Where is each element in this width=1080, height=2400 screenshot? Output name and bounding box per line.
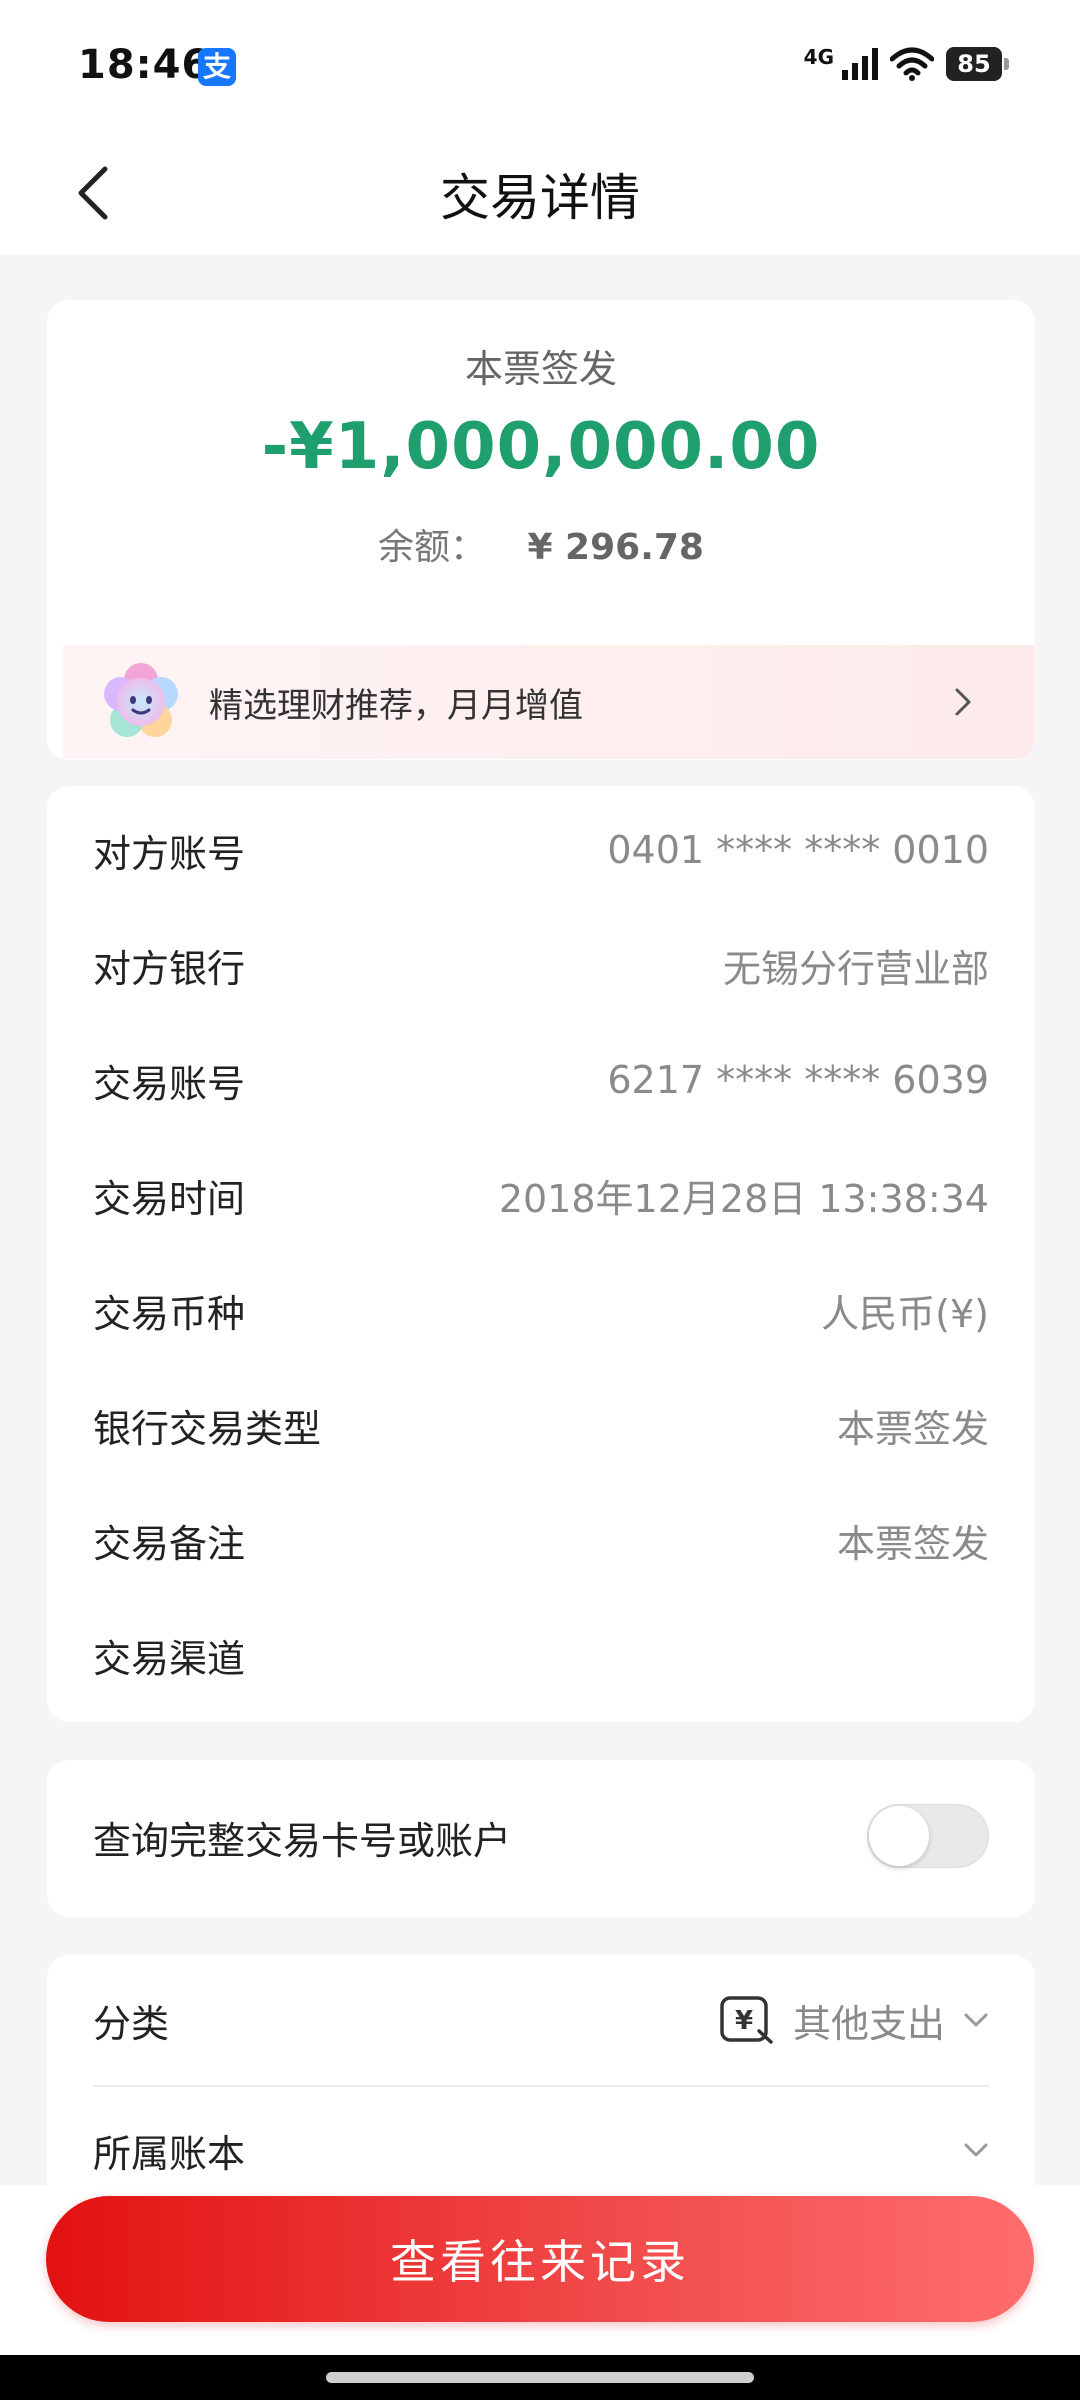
balance-value: ¥ 296.78 bbox=[527, 527, 704, 568]
promo-text: 精选理财推荐，月月增值 bbox=[209, 685, 583, 726]
category-card: 分类 ¥ 其他支出 所属账本 bbox=[47, 1955, 1035, 2215]
toggle-label: 查询完整交易卡号或账户 bbox=[93, 1819, 512, 1863]
header: 交易详情 bbox=[0, 130, 1080, 255]
detail-label: 银行交易类型 bbox=[93, 1406, 322, 1451]
balance-label: 余额： bbox=[378, 527, 487, 568]
transaction-type: 本票签发 bbox=[464, 347, 617, 391]
status-bar: 18:46 支 4G 85 bbox=[0, 0, 1080, 130]
category-row[interactable]: 分类 ¥ 其他支出 bbox=[93, 1975, 989, 2065]
detail-label: 对方银行 bbox=[93, 946, 246, 991]
detail-row-transaction-time: 交易时间 2018年12月28日 13:38:34 bbox=[93, 1165, 989, 1225]
detail-value: 0401 **** **** 0010 bbox=[607, 828, 989, 872]
chevron-down-icon bbox=[964, 2013, 988, 2027]
detail-row-remark: 交易备注 本票签发 bbox=[93, 1510, 989, 1570]
ledger-row[interactable]: 所属账本 bbox=[93, 2105, 989, 2195]
show-full-number-switch[interactable] bbox=[867, 1804, 989, 1868]
detail-row-channel: 交易渠道 bbox=[93, 1625, 989, 1685]
switch-knob bbox=[869, 1806, 929, 1866]
divider bbox=[93, 2085, 989, 2087]
ledger-label: 所属账本 bbox=[93, 2131, 246, 2176]
yuan-receipt-icon: ¥ bbox=[720, 1996, 773, 2044]
detail-label: 交易时间 bbox=[93, 1176, 246, 1221]
detail-value: 人民币(¥) bbox=[821, 1291, 989, 1336]
network-type: 4G bbox=[803, 45, 834, 69]
chevron-down-icon bbox=[964, 2143, 988, 2157]
detail-label: 交易备注 bbox=[93, 1521, 246, 1566]
balance-row: 余额： ¥ 296.78 bbox=[47, 518, 1035, 570]
ledger-selector[interactable] bbox=[945, 2142, 989, 2158]
transaction-summary-card: 本票签发 -¥1,000,000.00 余额： ¥ 296.78 精选理财推荐，… bbox=[47, 300, 1035, 760]
detail-row-counterparty-bank: 对方银行 无锡分行营业部 bbox=[93, 935, 989, 995]
alipay-icon: 支 bbox=[198, 48, 236, 86]
detail-value: 本票签发 bbox=[836, 1406, 989, 1451]
detail-label: 交易币种 bbox=[93, 1291, 246, 1336]
transaction-amount: -¥1,000,000.00 bbox=[261, 410, 821, 484]
detail-row-currency: 交易币种 人民币(¥) bbox=[93, 1280, 989, 1340]
full-number-toggle-card: 查询完整交易卡号或账户 bbox=[47, 1760, 1035, 1917]
status-time: 18:46 bbox=[78, 42, 211, 88]
view-history-button[interactable]: 查看往来记录 bbox=[46, 2196, 1034, 2322]
detail-label: 对方账号 bbox=[93, 831, 246, 876]
detail-label: 交易渠道 bbox=[93, 1636, 246, 1681]
system-nav-bar bbox=[0, 2355, 1080, 2400]
chevron-right-icon bbox=[943, 682, 983, 722]
status-icons: 4G 85 bbox=[803, 44, 1009, 84]
flower-mascot-icon bbox=[104, 663, 178, 737]
detail-value: 无锡分行营业部 bbox=[722, 946, 989, 991]
detail-value: 6217 **** **** 6039 bbox=[607, 1058, 989, 1102]
detail-label: 交易账号 bbox=[93, 1061, 246, 1106]
battery-indicator: 85 bbox=[946, 47, 1009, 81]
promo-banner[interactable]: 精选理财推荐，月月增值 bbox=[63, 645, 1035, 759]
category-label: 分类 bbox=[93, 2001, 170, 2046]
bottom-action-bar: 查看往来记录 bbox=[0, 2185, 1080, 2355]
svg-text:¥: ¥ bbox=[735, 2006, 753, 2036]
category-value: 其他支出 bbox=[792, 2001, 945, 2046]
signal-icon bbox=[842, 48, 878, 80]
detail-row-counterparty-account: 对方账号 0401 **** **** 0010 bbox=[93, 820, 989, 880]
detail-value: 2018年12月28日 13:38:34 bbox=[498, 1176, 989, 1221]
detail-value: 本票签发 bbox=[836, 1521, 989, 1566]
category-selector[interactable]: ¥ 其他支出 bbox=[719, 1993, 989, 2048]
transaction-details-card: 对方账号 0401 **** **** 0010 对方银行 无锡分行营业部 交易… bbox=[47, 786, 1035, 1722]
wifi-icon bbox=[890, 47, 934, 81]
home-indicator[interactable] bbox=[326, 2372, 754, 2383]
detail-row-bank-transaction-type: 银行交易类型 本票签发 bbox=[93, 1395, 989, 1455]
detail-row-transaction-account: 交易账号 6217 **** **** 6039 bbox=[93, 1050, 989, 1110]
page-title: 交易详情 bbox=[440, 169, 640, 227]
